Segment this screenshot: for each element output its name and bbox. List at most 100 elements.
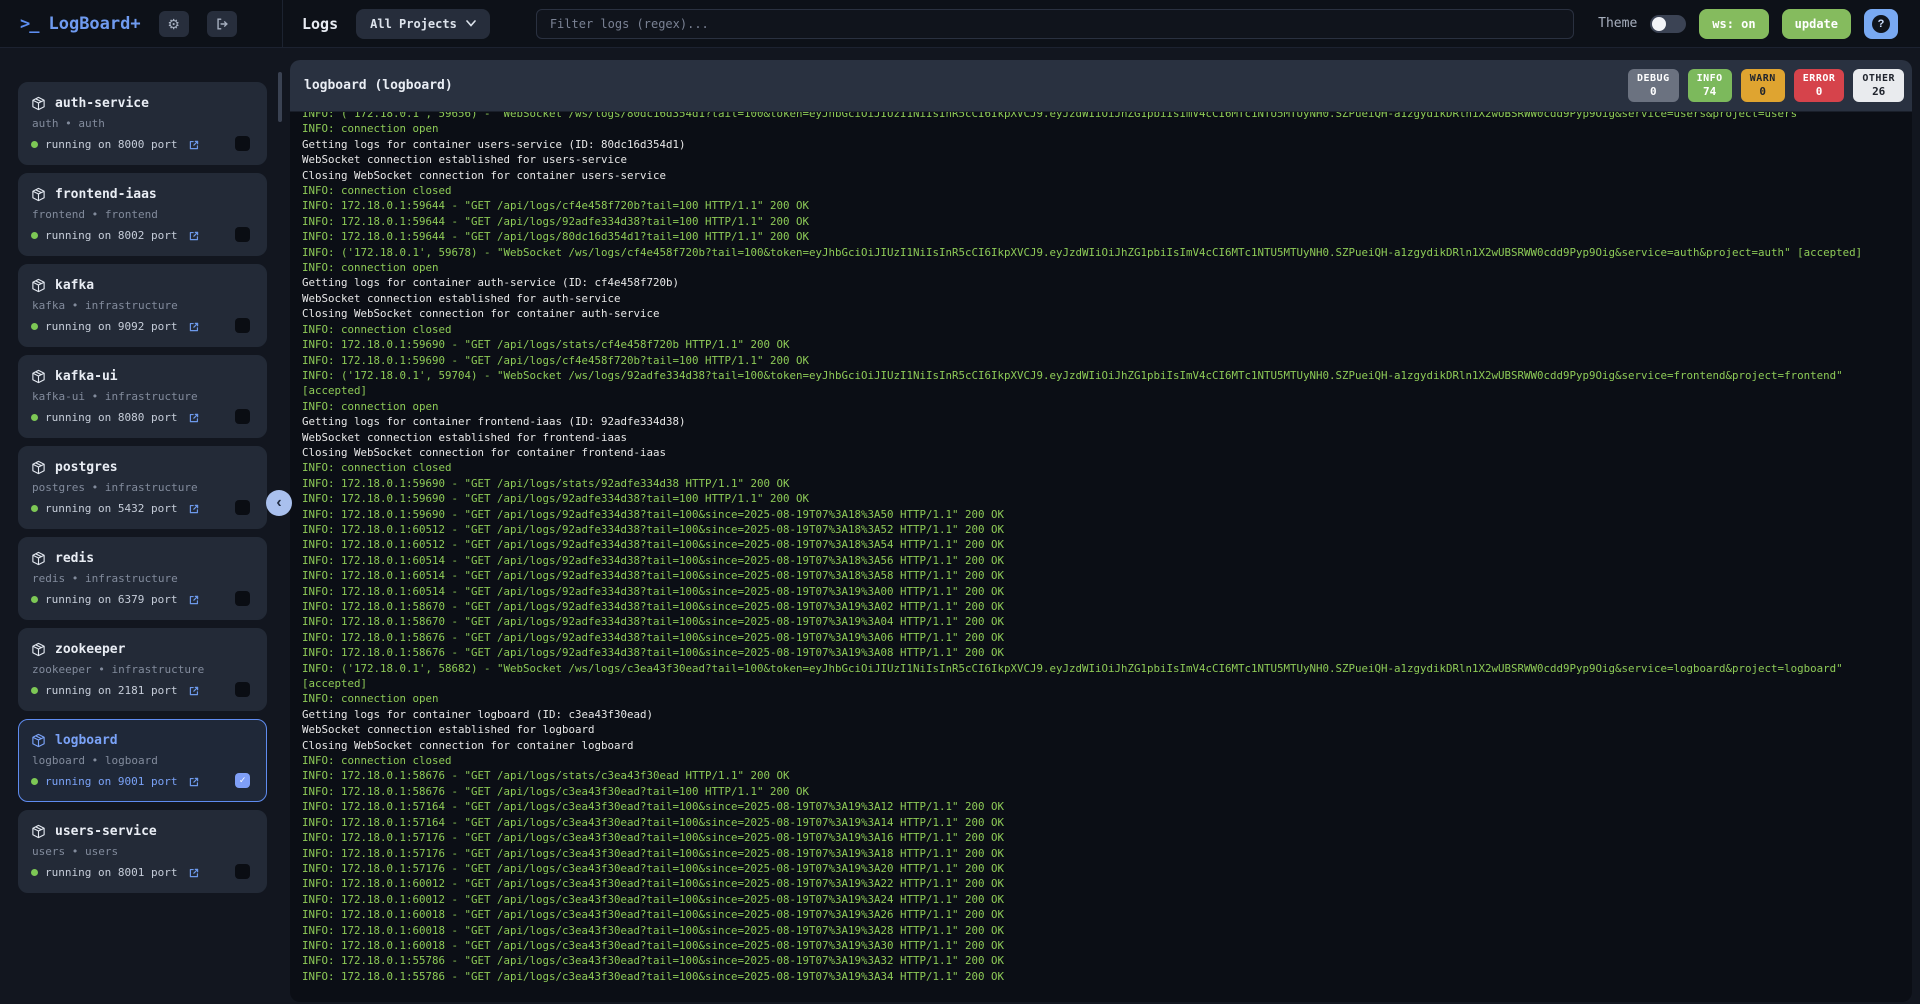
log-line: INFO: connection closed	[302, 460, 1904, 475]
service-card[interactable]: zookeeper zookeeper • infrastructure run…	[18, 628, 267, 711]
logout-button[interactable]	[207, 11, 237, 37]
service-subtitle: kafka-ui • infrastructure	[32, 390, 252, 403]
log-line: INFO: 172.18.0.1:59644 - "GET /api/logs/…	[302, 198, 1904, 213]
service-card[interactable]: frontend-iaas frontend • frontend runnin…	[18, 173, 267, 256]
service-subtitle: auth • auth	[32, 117, 252, 130]
log-level-badge[interactable]: OTHER 26	[1853, 69, 1904, 102]
badge-label: OTHER	[1862, 73, 1895, 84]
log-level-badge[interactable]: DEBUG 0	[1628, 69, 1679, 102]
external-link-icon[interactable]	[188, 776, 200, 788]
service-list: auth-service auth • auth running on 8000…	[18, 82, 267, 893]
log-filter-input[interactable]	[536, 9, 1574, 39]
log-panel-title: logboard (logboard)	[304, 78, 453, 93]
log-line: Getting logs for container frontend-iaas…	[302, 414, 1904, 429]
log-line: INFO: 172.18.0.1:58676 - "GET /api/logs/…	[302, 768, 1904, 783]
service-status-row: running on 6379 port ✓	[31, 593, 252, 606]
service-card[interactable]: kafka-ui kafka-ui • infrastructure runni…	[18, 355, 267, 438]
log-line: INFO: 172.18.0.1:57176 - "GET /api/logs/…	[302, 846, 1904, 861]
sidebar-collapse-button[interactable]: ‹	[266, 490, 292, 516]
log-output[interactable]: INFO: ('172.18.0.1', 59656) - "WebSocket…	[290, 112, 1912, 1002]
settings-button[interactable]: ⚙	[159, 11, 189, 37]
service-status-text: running on 9092 port	[45, 320, 177, 333]
service-card[interactable]: users-service users • users running on 8…	[18, 810, 267, 893]
service-status-text: running on 8001 port	[45, 866, 177, 879]
log-line: WebSocket connection established for aut…	[302, 291, 1904, 306]
log-line: INFO: connection open	[302, 121, 1904, 136]
log-line: INFO: 172.18.0.1:60512 - "GET /api/logs/…	[302, 522, 1904, 537]
log-line: INFO: 172.18.0.1:60018 - "GET /api/logs/…	[302, 923, 1904, 938]
service-checkbox[interactable]: ✓	[235, 409, 250, 424]
service-status-text: running on 8000 port	[45, 138, 177, 151]
external-link-icon[interactable]	[188, 594, 200, 606]
service-checkbox[interactable]: ✓	[235, 318, 250, 333]
service-card[interactable]: logboard logboard • logboard running on …	[18, 719, 267, 802]
external-link-icon[interactable]	[188, 321, 200, 333]
service-name: kafka-ui	[55, 369, 118, 384]
service-status-row: running on 9092 port ✓	[31, 320, 252, 333]
external-link-icon[interactable]	[188, 139, 200, 151]
log-line: INFO: 172.18.0.1:59690 - "GET /api/logs/…	[302, 491, 1904, 506]
service-name: redis	[55, 551, 94, 566]
badge-label: INFO	[1697, 73, 1723, 84]
service-subtitle: frontend • frontend	[32, 208, 252, 221]
service-name-row: users-service	[31, 824, 252, 839]
log-line: WebSocket connection established for use…	[302, 152, 1904, 167]
log-level-badges: DEBUG 0 INFO 74 WARN 0 ERROR 0 OTHER 26	[1628, 69, 1904, 102]
brand: >_ LogBoard+ ⚙	[0, 0, 283, 47]
running-status-dot	[31, 869, 38, 876]
log-line: INFO: 172.18.0.1:58670 - "GET /api/logs/…	[302, 614, 1904, 629]
chevron-left-icon: ‹	[276, 495, 281, 511]
service-name-row: frontend-iaas	[31, 187, 252, 202]
running-status-dot	[31, 596, 38, 603]
container-cube-icon	[31, 733, 46, 748]
service-name-row: kafka	[31, 278, 252, 293]
theme-toggle[interactable]	[1650, 15, 1686, 33]
update-button[interactable]: update	[1782, 9, 1851, 39]
log-line: INFO: 172.18.0.1:57176 - "GET /api/logs/…	[302, 830, 1904, 845]
question-mark-icon: ?	[1872, 15, 1890, 33]
service-card[interactable]: redis redis • infrastructure running on …	[18, 537, 267, 620]
log-line: Closing WebSocket connection for contain…	[302, 306, 1904, 321]
log-line: INFO: connection open	[302, 260, 1904, 275]
log-level-badge[interactable]: INFO 74	[1688, 69, 1732, 102]
external-link-icon[interactable]	[188, 503, 200, 515]
service-name-row: postgres	[31, 460, 252, 475]
service-checkbox[interactable]: ✓	[235, 591, 250, 606]
service-card[interactable]: auth-service auth • auth running on 8000…	[18, 82, 267, 165]
log-line: INFO: 172.18.0.1:58676 - "GET /api/logs/…	[302, 784, 1904, 799]
service-name: users-service	[55, 824, 157, 839]
badge-label: DEBUG	[1637, 73, 1670, 84]
app-title: LogBoard+	[48, 14, 140, 34]
log-line: Closing WebSocket connection for contain…	[302, 738, 1904, 753]
log-line: INFO: 172.18.0.1:60514 - "GET /api/logs/…	[302, 584, 1904, 599]
service-checkbox[interactable]: ✓	[235, 682, 250, 697]
service-checkbox[interactable]: ✓	[235, 773, 250, 788]
log-line: INFO: 172.18.0.1:59644 - "GET /api/logs/…	[302, 214, 1904, 229]
log-line: INFO: 172.18.0.1:59690 - "GET /api/logs/…	[302, 353, 1904, 368]
container-cube-icon	[31, 642, 46, 657]
project-filter-dropdown[interactable]: All Projects	[356, 9, 490, 39]
external-link-icon[interactable]	[188, 685, 200, 697]
service-checkbox[interactable]: ✓	[235, 136, 250, 151]
log-level-badge[interactable]: ERROR 0	[1794, 69, 1845, 102]
service-card[interactable]: postgres postgres • infrastructure runni…	[18, 446, 267, 529]
running-status-dot	[31, 505, 38, 512]
service-name-row: auth-service	[31, 96, 252, 111]
log-panel: logboard (logboard) DEBUG 0 INFO 74 WARN…	[290, 60, 1912, 1002]
help-button[interactable]: ?	[1864, 9, 1898, 39]
service-checkbox[interactable]: ✓	[235, 227, 250, 242]
service-card[interactable]: kafka kafka • infrastructure running on …	[18, 264, 267, 347]
external-link-icon[interactable]	[188, 230, 200, 242]
log-line: INFO: connection closed	[302, 322, 1904, 337]
external-link-icon[interactable]	[188, 867, 200, 879]
log-level-badge[interactable]: WARN 0	[1741, 69, 1785, 102]
sidebar-scrollbar-thumb[interactable]	[278, 72, 282, 122]
service-status-text: running on 8002 port	[45, 229, 177, 242]
service-checkbox[interactable]: ✓	[235, 500, 250, 515]
websocket-status-button[interactable]: ws: on	[1699, 9, 1768, 39]
service-checkbox[interactable]: ✓	[235, 864, 250, 879]
project-filter-label: All Projects	[370, 17, 457, 31]
external-link-icon[interactable]	[188, 412, 200, 424]
container-cube-icon	[31, 96, 46, 111]
service-name: logboard	[55, 733, 118, 748]
